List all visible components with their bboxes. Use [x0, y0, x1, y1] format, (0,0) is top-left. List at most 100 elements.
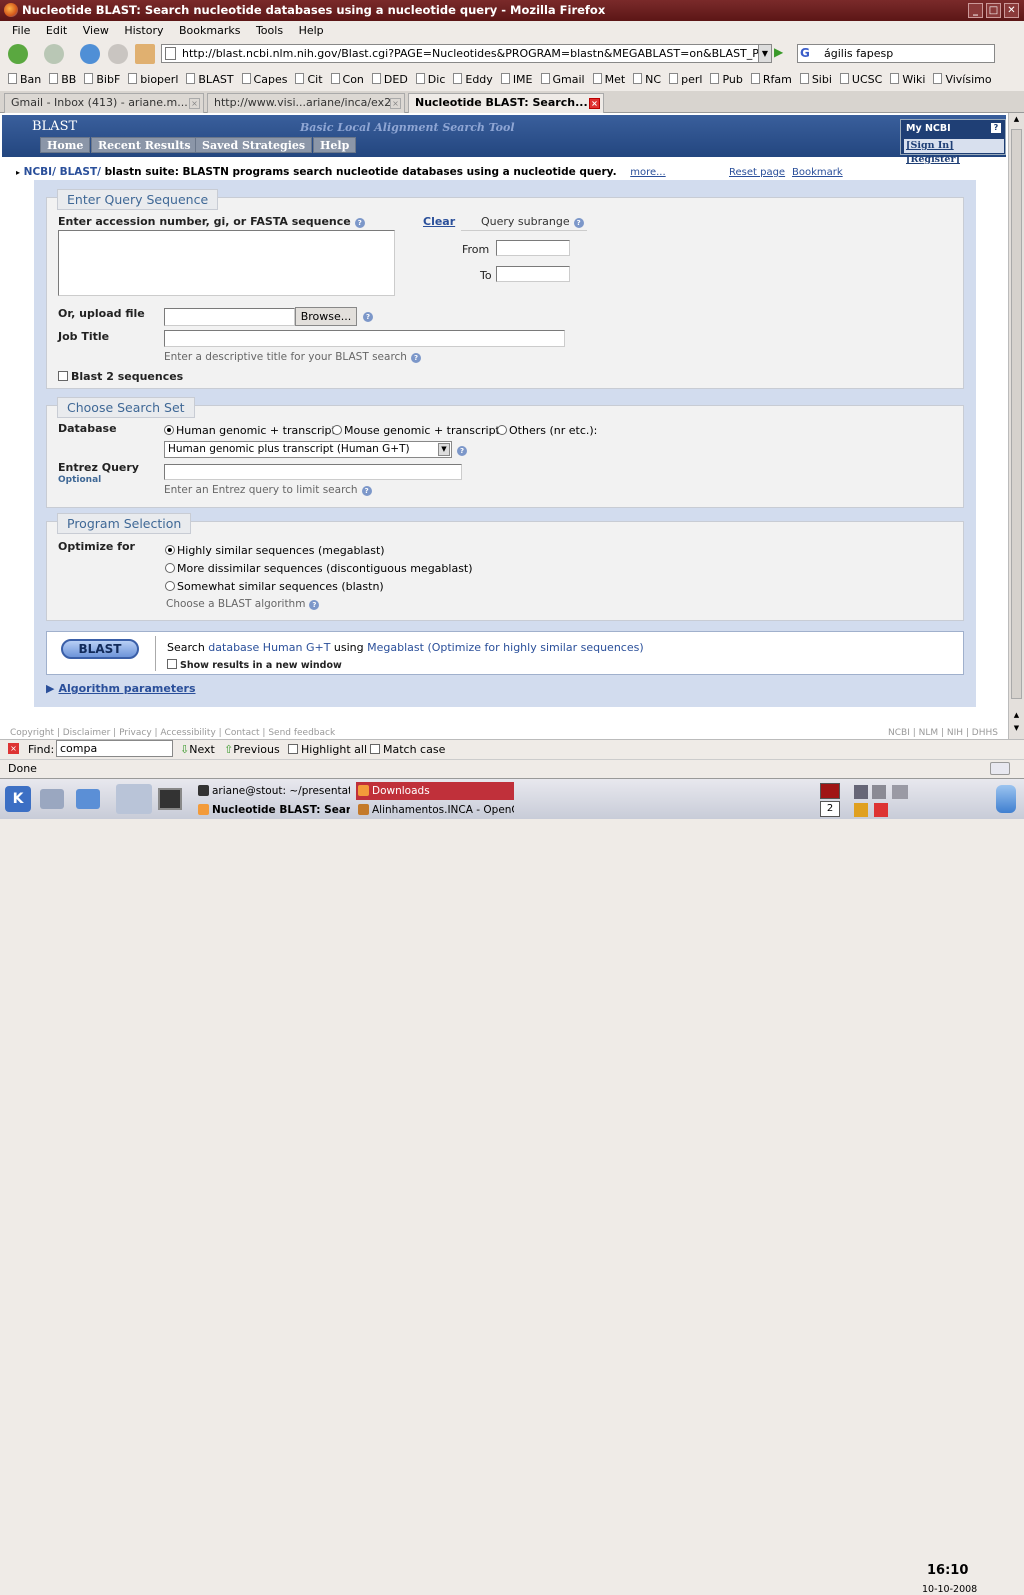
bookmark-item[interactable]: Wiki: [890, 69, 925, 90]
menu-view[interactable]: View: [83, 24, 109, 37]
radio-blastn[interactable]: [165, 581, 175, 591]
bookmark-item[interactable]: Cit: [295, 69, 323, 90]
task-openoffice[interactable]: Alinhamentos.INCA - OpenO: [356, 801, 514, 819]
url-dropdown-button[interactable]: ▼: [758, 44, 772, 63]
task-blast[interactable]: Nucleotide BLAST: Search: [196, 801, 350, 819]
menu-tools[interactable]: Tools: [256, 24, 283, 37]
query-sequence-textarea[interactable]: [58, 230, 395, 296]
upload-file-input[interactable]: [164, 308, 295, 326]
menu-bookmarks[interactable]: Bookmarks: [179, 24, 240, 37]
scroll-up-icon[interactable]: ▲: [1011, 711, 1022, 722]
bookmark-link[interactable]: Bookmark: [792, 167, 843, 178]
page-scrollbar[interactable]: ▲ ▲ ▼: [1008, 113, 1024, 739]
close-window-button[interactable]: ✕: [1004, 3, 1019, 18]
volume-icon[interactable]: [854, 785, 868, 799]
radio-dc-megablast[interactable]: [165, 563, 175, 573]
db-others-option[interactable]: Others (nr etc.):: [497, 424, 597, 437]
updater-icon[interactable]: [854, 803, 868, 817]
footer-links[interactable]: Copyright | Disclaimer | Privacy | Acces…: [10, 728, 335, 738]
menu-edit[interactable]: Edit: [46, 24, 67, 37]
radio-others[interactable]: [497, 425, 507, 435]
new-window-option[interactable]: Show results in a new window: [167, 659, 342, 671]
forward-icon[interactable]: [44, 44, 64, 64]
bookmark-item[interactable]: UCSC: [839, 69, 882, 90]
find-next-button[interactable]: ⇩Next: [180, 740, 215, 759]
ncbi-link[interactable]: NCBI/: [24, 166, 56, 178]
google-icon[interactable]: G: [800, 46, 813, 60]
job-title-input[interactable]: [164, 330, 565, 347]
warning-icon[interactable]: [874, 803, 888, 817]
match-case-checkbox[interactable]: [370, 744, 380, 754]
scroll-up-icon[interactable]: ▲: [1011, 115, 1022, 126]
go-icon[interactable]: ▶: [774, 45, 788, 62]
bookmark-item[interactable]: NC: [633, 69, 661, 90]
bookmark-item[interactable]: BLAST: [186, 69, 234, 90]
addon-icon[interactable]: [990, 762, 1010, 775]
browse-button[interactable]: Browse...: [295, 307, 357, 326]
tab-gmail[interactable]: Gmail - Inbox (413) - ariane.m... ×: [4, 93, 204, 113]
radio-mouse[interactable]: [332, 425, 342, 435]
bookmark-item[interactable]: Eddy: [453, 69, 493, 90]
bookmark-item[interactable]: BB: [49, 69, 76, 90]
help-icon[interactable]: ?: [410, 353, 421, 363]
find-input[interactable]: compa: [56, 740, 173, 757]
bookmark-item[interactable]: Met: [592, 69, 625, 90]
bookmark-item[interactable]: Capes: [241, 69, 287, 90]
db-human-option[interactable]: Human genomic + transcript: [164, 424, 336, 437]
help-icon[interactable]: ?: [361, 486, 372, 496]
nav-help[interactable]: Help: [313, 137, 357, 153]
search-input[interactable]: Gágilis fapesp: [797, 44, 995, 63]
bookmark-item[interactable]: Dic: [415, 69, 445, 90]
bookmark-item[interactable]: BibF: [84, 69, 120, 90]
megablast-option[interactable]: Highly similar sequences (megablast): [165, 544, 385, 557]
match-case-option[interactable]: Match case: [370, 740, 445, 759]
close-tab-icon[interactable]: ×: [390, 98, 401, 109]
tab-blast[interactable]: Nucleotide BLAST: Search... ×: [408, 93, 604, 113]
bookmark-item[interactable]: Ban: [8, 69, 41, 90]
bookmark-item[interactable]: Gmail: [540, 69, 585, 90]
blast-link[interactable]: BLAST/: [60, 166, 101, 178]
nav-home[interactable]: Home: [40, 137, 91, 153]
help-icon[interactable]: ?: [573, 218, 584, 228]
to-input[interactable]: [496, 266, 570, 282]
radio-megablast[interactable]: [165, 545, 175, 555]
blast2-checkbox[interactable]: [58, 371, 68, 381]
tab-visi[interactable]: http://www.visi...ariane/inca/ex2 ×: [207, 93, 405, 113]
help-icon[interactable]: ?: [309, 600, 320, 610]
blast-submit-button[interactable]: BLAST: [61, 639, 139, 659]
dc-megablast-option[interactable]: More dissimilar sequences (discontiguous…: [165, 562, 473, 575]
sign-in-link[interactable]: [Sign In]: [906, 140, 954, 151]
firefox-tray-icon[interactable]: [820, 783, 840, 799]
bookmark-item[interactable]: Pub: [710, 69, 743, 90]
highlight-all-button[interactable]: Highlight all: [288, 740, 367, 759]
network-icon[interactable]: [116, 784, 152, 814]
back-icon[interactable]: [8, 44, 28, 64]
desktop-icon[interactable]: [40, 789, 64, 809]
terminal-icon[interactable]: [158, 788, 182, 810]
bookmark-item[interactable]: DED: [371, 69, 408, 90]
help-icon[interactable]: ?: [363, 312, 373, 322]
task-terminal[interactable]: ariane@stout: ~/presentat: [196, 782, 350, 800]
reset-page-link[interactable]: Reset page: [729, 167, 785, 178]
blast2-option[interactable]: Blast 2 sequences: [58, 370, 183, 383]
help-icon[interactable]: ?: [457, 446, 467, 456]
more-link[interactable]: more...: [630, 167, 665, 178]
blast-logo[interactable]: BLAST: [12, 119, 77, 134]
menu-file[interactable]: File: [12, 24, 30, 37]
bookmark-item[interactable]: Sibi: [799, 69, 832, 90]
help-icon[interactable]: ?: [354, 218, 365, 228]
nav-saved-strategies[interactable]: Saved Strategies: [195, 137, 313, 153]
blastn-option[interactable]: Somewhat similar sequences (blastn): [165, 580, 384, 593]
menu-history[interactable]: History: [124, 24, 163, 37]
virtual-desktop[interactable]: 2: [820, 801, 840, 817]
help-icon[interactable]: ?: [991, 123, 1001, 133]
network-tray-icon[interactable]: [872, 785, 886, 799]
clear-link[interactable]: Clear: [423, 215, 455, 228]
kde-menu-icon[interactable]: K: [5, 786, 31, 812]
close-find-icon[interactable]: ×: [8, 743, 19, 754]
bookmark-item[interactable]: Con: [330, 69, 364, 90]
chevron-down-icon[interactable]: ▼: [438, 443, 450, 456]
minimize-button[interactable]: _: [968, 3, 983, 18]
register-link[interactable]: [Register]: [906, 154, 960, 165]
bookmark-item[interactable]: perl: [669, 69, 702, 90]
